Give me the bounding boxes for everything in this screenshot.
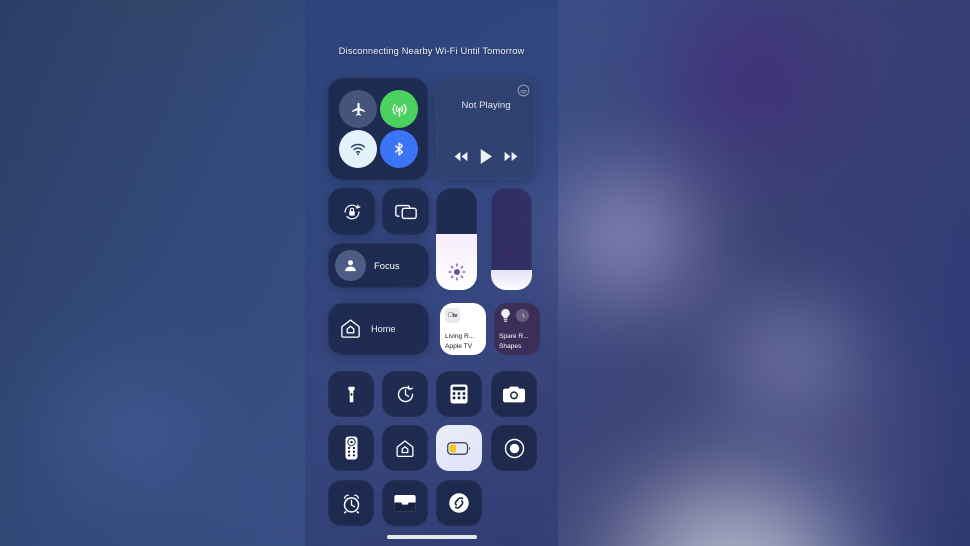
flashlight-icon	[347, 386, 355, 402]
home-module[interactable]: Home	[328, 303, 429, 355]
camera-icon	[503, 386, 525, 403]
volume-icon	[504, 247, 516, 260]
airplane-icon	[351, 102, 365, 116]
apple-tv-remote-button[interactable]	[328, 425, 374, 471]
low-power-mode-button[interactable]	[436, 425, 482, 471]
accessory-shapes-line2: Shapes	[499, 342, 522, 350]
rotation-lock-icon	[343, 204, 360, 219]
focus-label: Focus	[374, 260, 400, 271]
accessory-apple-tv-line1: Living R...	[445, 333, 475, 340]
play-button[interactable]	[480, 149, 492, 164]
accessory-apple-tv-text: Living R... Apple TV	[445, 332, 474, 351]
apple-tv-badge-icon: tv	[445, 308, 460, 323]
brightness-icon	[448, 263, 465, 281]
focus-button[interactable]: Focus	[328, 243, 429, 288]
control-center-screen: Disconnecting Nearby Wi-Fi Until Tomorro…	[0, 0, 970, 546]
volume-fill	[491, 269, 532, 290]
calculator-button[interactable]	[436, 371, 482, 417]
bluetooth-button[interactable]	[380, 130, 418, 168]
calculator-icon	[450, 384, 468, 404]
screen-mirroring-icon	[394, 204, 417, 219]
lightbulb-icon	[501, 308, 510, 322]
wifi-status-banner: Disconnecting Nearby Wi-Fi Until Tomorro…	[338, 46, 525, 56]
cellular-icon	[392, 103, 406, 117]
shazam-button[interactable]	[436, 480, 482, 526]
shazam-icon	[449, 493, 469, 513]
camera-button[interactable]	[491, 371, 537, 417]
brightness-slider[interactable]	[436, 188, 477, 290]
bluetooth-icon	[395, 142, 403, 156]
home-indicator[interactable]	[386, 535, 477, 539]
accessory-secondary-icon	[516, 309, 529, 322]
person-icon	[345, 260, 356, 272]
accessory-apple-tv-line2: Apple TV	[445, 342, 473, 350]
screen-recording-icon	[504, 438, 524, 458]
forward-button[interactable]	[504, 151, 518, 162]
control-center-panel: Disconnecting Nearby Wi-Fi Until Tomorro…	[305, 0, 558, 546]
volume-slider[interactable]	[491, 188, 532, 290]
rotation-lock-button[interactable]	[328, 188, 375, 235]
accessory-apple-tv[interactable]: tv Living R... Apple TV	[440, 303, 486, 355]
home-label: Home	[371, 324, 396, 334]
cellular-data-button[interactable]	[380, 90, 418, 128]
accessory-shapes[interactable]: Spare R... Shapes	[494, 303, 540, 355]
timer-button[interactable]	[382, 371, 428, 417]
home-house-icon	[339, 317, 362, 340]
focus-icon-circle	[335, 250, 366, 281]
media-playback-module[interactable]: Not Playing	[436, 78, 536, 180]
wallet-button[interactable]	[382, 480, 428, 526]
wifi-icon	[350, 143, 366, 156]
accessory-shapes-line1: Spare R...	[499, 333, 529, 340]
battery-icon	[447, 441, 471, 455]
alarm-button[interactable]	[328, 480, 374, 526]
wallet-icon	[394, 495, 416, 512]
screen-mirroring-button[interactable]	[382, 188, 429, 235]
screen-recording-button[interactable]	[491, 425, 537, 471]
home-icon	[396, 439, 414, 457]
flashlight-button[interactable]	[328, 371, 374, 417]
airplay-icon[interactable]	[517, 84, 530, 97]
media-title: Not Playing	[461, 100, 511, 111]
alarm-icon	[343, 493, 359, 514]
timer-icon	[397, 385, 413, 402]
wifi-button[interactable]	[339, 130, 377, 168]
connectivity-module	[328, 78, 428, 180]
media-controls	[436, 149, 536, 164]
accessory-shapes-text: Spare R... Shapes	[499, 332, 529, 351]
apple-tv-remote-icon	[345, 436, 357, 460]
home-app-button[interactable]	[382, 425, 428, 471]
rewind-button[interactable]	[454, 151, 468, 162]
airplane-mode-button[interactable]	[339, 90, 377, 128]
